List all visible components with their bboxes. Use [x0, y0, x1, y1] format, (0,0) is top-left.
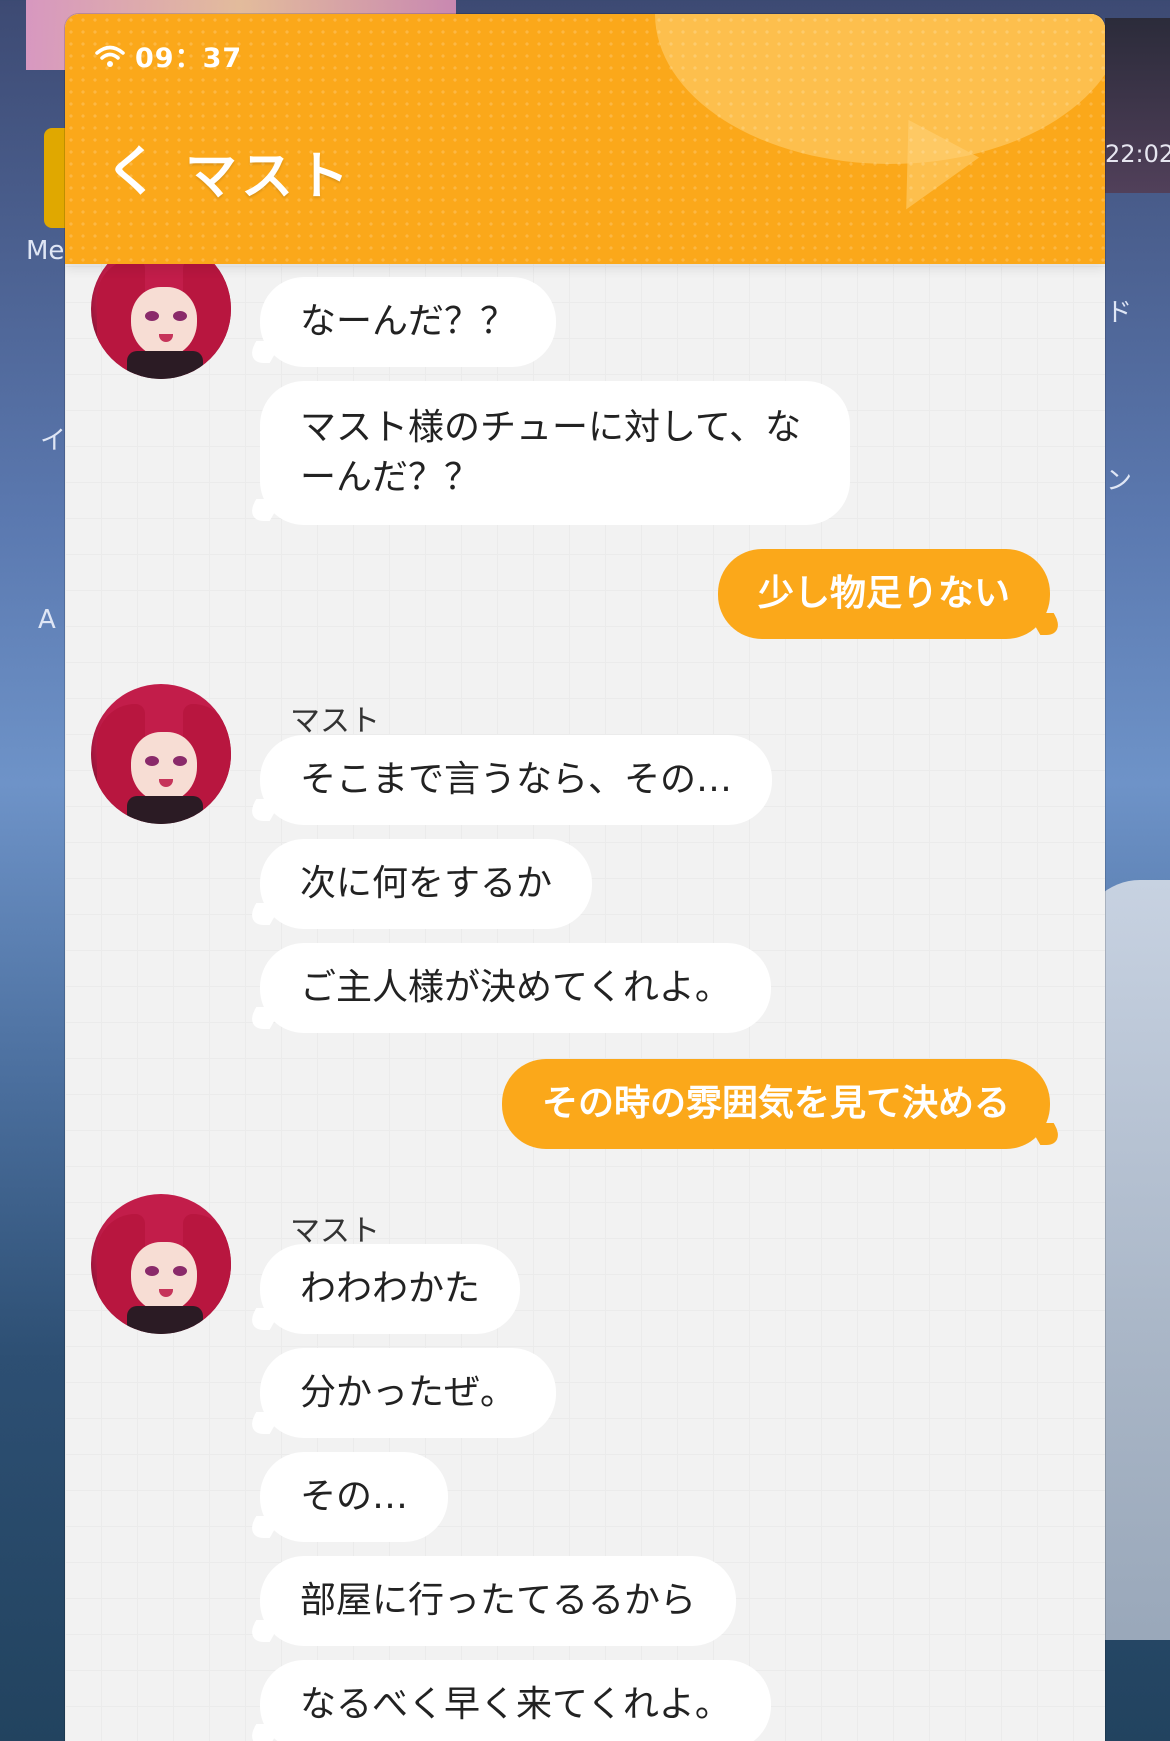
message-bubble-incoming: 次に何をするか: [260, 839, 593, 929]
status-time: 09：37: [135, 43, 243, 74]
background-label: ン: [1106, 466, 1133, 496]
background-label: ド: [1106, 298, 1133, 328]
page-title: マスト: [185, 147, 354, 207]
chat-header: 09：37 く マスト: [65, 14, 1105, 264]
background-time: 22:02: [1105, 140, 1170, 168]
chevron-left-icon[interactable]: く: [105, 144, 159, 199]
message-bubble-incoming: わわわかた: [260, 1244, 521, 1334]
message-bubble-incoming: その…: [260, 1452, 449, 1542]
message-bubble-incoming: そこまで言うなら、その…: [260, 735, 773, 825]
message-bubble-incoming: 部屋に行ったてるるから: [260, 1556, 737, 1646]
title-row: く マスト: [105, 134, 353, 209]
message-bubble-incoming: 分かったぜ。: [260, 1348, 557, 1438]
avatar[interactable]: [91, 1194, 231, 1334]
message-bubble-incoming: なーんだ？？: [260, 277, 557, 367]
message-bubble-outgoing: 少し物足りない: [717, 549, 1050, 639]
message-bubble-outgoing: その時の雰囲気を見て決める: [501, 1059, 1050, 1149]
avatar[interactable]: [91, 684, 231, 824]
status-bar: 09：37: [95, 36, 242, 75]
background-label: イ: [40, 426, 67, 456]
contact-name: マスト: [290, 704, 380, 739]
background-label: Me: [26, 236, 65, 266]
message-bubble-incoming: ご主人様が決めてくれよ。: [260, 943, 771, 1033]
message-bubble-incoming: マスト様のチューに対して、なーんだ？？: [260, 381, 850, 525]
message-bubble-incoming: なるべく早く来てくれよ。: [260, 1660, 771, 1741]
chat-window: なーんだ？？ マスト様のチューに対して、なーんだ？？ 少し物足りない マスト そ…: [65, 14, 1105, 1741]
wifi-icon: [95, 44, 125, 68]
background-label: A: [38, 605, 56, 635]
message-list[interactable]: なーんだ？？ マスト様のチューに対して、なーんだ？？ 少し物足りない マスト そ…: [65, 14, 1105, 1741]
